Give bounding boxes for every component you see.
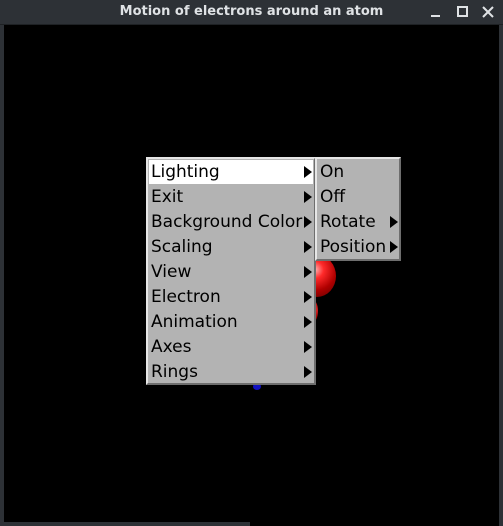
menu-item-label: Lighting <box>151 162 220 182</box>
menu-item-label: Electron <box>151 287 221 307</box>
submenu-arrow-icon <box>304 291 312 303</box>
lighting-submenu: On Off Rotate Position <box>315 157 401 261</box>
menu-item-label: Animation <box>151 312 238 332</box>
window-frame-bottom <box>0 522 250 526</box>
context-menu: Lighting Exit Background Color Scaling V… <box>146 157 316 385</box>
submenu-arrow-icon <box>304 316 312 328</box>
minimize-icon[interactable] <box>426 2 446 22</box>
submenu-arrow-icon <box>304 166 312 178</box>
menu-item-label: Background Color <box>151 212 303 232</box>
submenu-item-on[interactable]: On <box>318 160 398 184</box>
menu-item-scaling[interactable]: Scaling <box>149 235 313 259</box>
menu-item-label: Scaling <box>151 237 213 257</box>
submenu-arrow-icon <box>390 241 398 253</box>
submenu-item-position[interactable]: Position <box>318 235 398 259</box>
submenu-item-rotate[interactable]: Rotate <box>318 210 398 234</box>
menu-item-rings[interactable]: Rings <box>149 360 313 384</box>
title-bar[interactable]: Motion of electrons around an atom <box>0 0 503 25</box>
menu-item-label: Rotate <box>320 212 376 232</box>
submenu-arrow-icon <box>390 216 398 228</box>
menu-item-lighting[interactable]: Lighting <box>149 160 313 184</box>
submenu-arrow-icon <box>304 191 312 203</box>
maximize-icon[interactable] <box>452 2 472 22</box>
menu-item-label: Position <box>320 237 387 257</box>
submenu-item-off[interactable]: Off <box>318 185 398 209</box>
menu-item-electron[interactable]: Electron <box>149 285 313 309</box>
submenu-arrow-icon <box>304 216 312 228</box>
menu-item-label: View <box>151 262 192 282</box>
menu-item-exit[interactable]: Exit <box>149 185 313 209</box>
menu-item-label: Axes <box>151 337 192 357</box>
submenu-arrow-icon <box>304 366 312 378</box>
submenu-arrow-icon <box>304 341 312 353</box>
menu-item-label: Rings <box>151 362 198 382</box>
menu-item-animation[interactable]: Animation <box>149 310 313 334</box>
menu-item-view[interactable]: View <box>149 260 313 284</box>
close-icon[interactable] <box>478 2 498 22</box>
app-window: Motion of electrons around an atom Light… <box>0 0 503 526</box>
menu-item-axes[interactable]: Axes <box>149 335 313 359</box>
menu-item-label: On <box>320 162 345 182</box>
submenu-arrow-icon <box>304 241 312 253</box>
window-frame-right <box>499 25 503 526</box>
menu-item-background-color[interactable]: Background Color <box>149 210 313 234</box>
menu-item-label: Exit <box>151 187 184 207</box>
submenu-arrow-icon <box>304 266 312 278</box>
menu-item-label: Off <box>320 187 346 207</box>
